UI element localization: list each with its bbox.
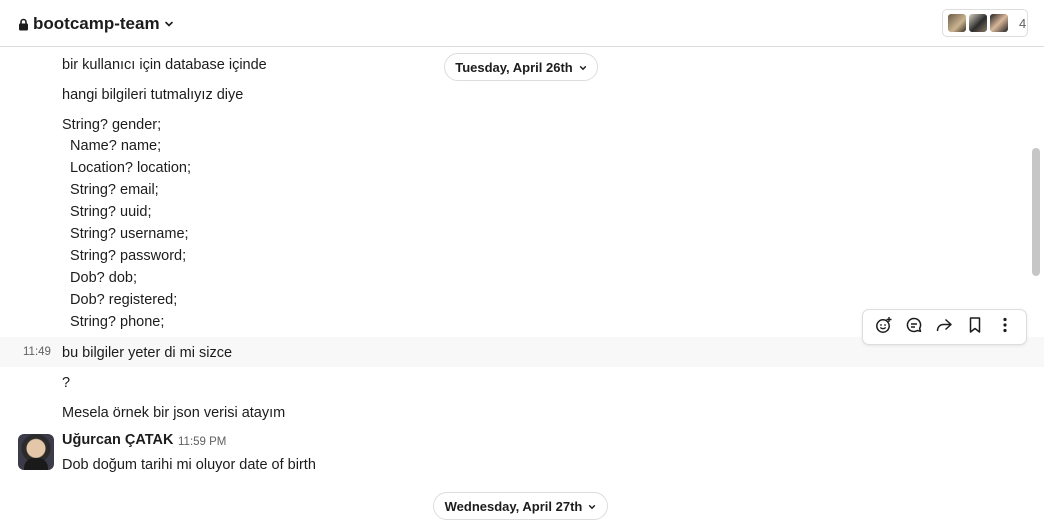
channel-name-button[interactable]: bootcamp-team [18,12,174,36]
save-button[interactable] [961,313,989,341]
member-avatar [968,13,988,33]
message-line: Location? location; [62,160,191,176]
message-author[interactable]: Uğurcan ÇATAK [62,432,173,448]
message-line: String? password; [62,248,187,264]
date-divider-button[interactable]: Tuesday, April 26th [444,53,598,81]
message-line: String? phone; [62,314,165,330]
date-label: Tuesday, April 26th [455,59,573,75]
share-button[interactable] [930,313,958,341]
date-label: Wednesday, April 27th [444,498,583,514]
chevron-down-icon [588,499,596,514]
message-actions-toolbar [862,309,1027,345]
avatar[interactable] [18,434,54,470]
message-line: String? gender; [62,117,162,133]
message-line: bu bilgiler yeter di mi sizce [62,345,233,361]
message-line: Dob doğum tarihi mi oluyor date of birth [62,457,316,473]
message-line: String? uuid; [62,204,152,220]
more-actions-button[interactable] [991,313,1019,341]
bookmark-icon [967,316,983,339]
message-line: String? email; [62,182,159,198]
member-avatar [947,13,967,33]
chevron-down-icon [164,19,174,29]
message-line: Mesela örnek bir json verisi atayım [62,405,286,421]
message-line: Dob? registered; [62,292,178,308]
chevron-down-icon [579,60,587,75]
add-reaction-icon [875,316,893,339]
lock-icon [18,18,29,31]
share-icon [935,316,953,339]
more-icon [1002,316,1008,339]
reply-thread-icon [905,316,923,339]
date-divider-button[interactable]: Wednesday, April 27th [433,492,608,520]
members-button[interactable]: 4 [942,9,1028,37]
message-line: bir kullanıcı için database içinde [62,57,267,73]
message-line: Name? name; [62,138,162,154]
member-avatar [989,13,1009,33]
reply-thread-button[interactable] [900,313,928,341]
add-reaction-button[interactable] [870,313,898,341]
message-line: ? [62,375,71,391]
message-line: hangi bilgileri tutmalıyız diye [62,87,244,103]
channel-header: bootcamp-team 4 [0,0,1044,47]
message-timestamp[interactable]: 11:59 PM [178,436,226,448]
message-line: Dob? dob; [62,270,137,286]
message-line: String? username; [62,226,189,242]
message-timestamp[interactable]: 11:49 [23,346,51,358]
channel-title: bootcamp-team [33,14,160,33]
scrollbar-thumb[interactable] [1032,148,1040,276]
member-count: 4 [1019,15,1027,31]
